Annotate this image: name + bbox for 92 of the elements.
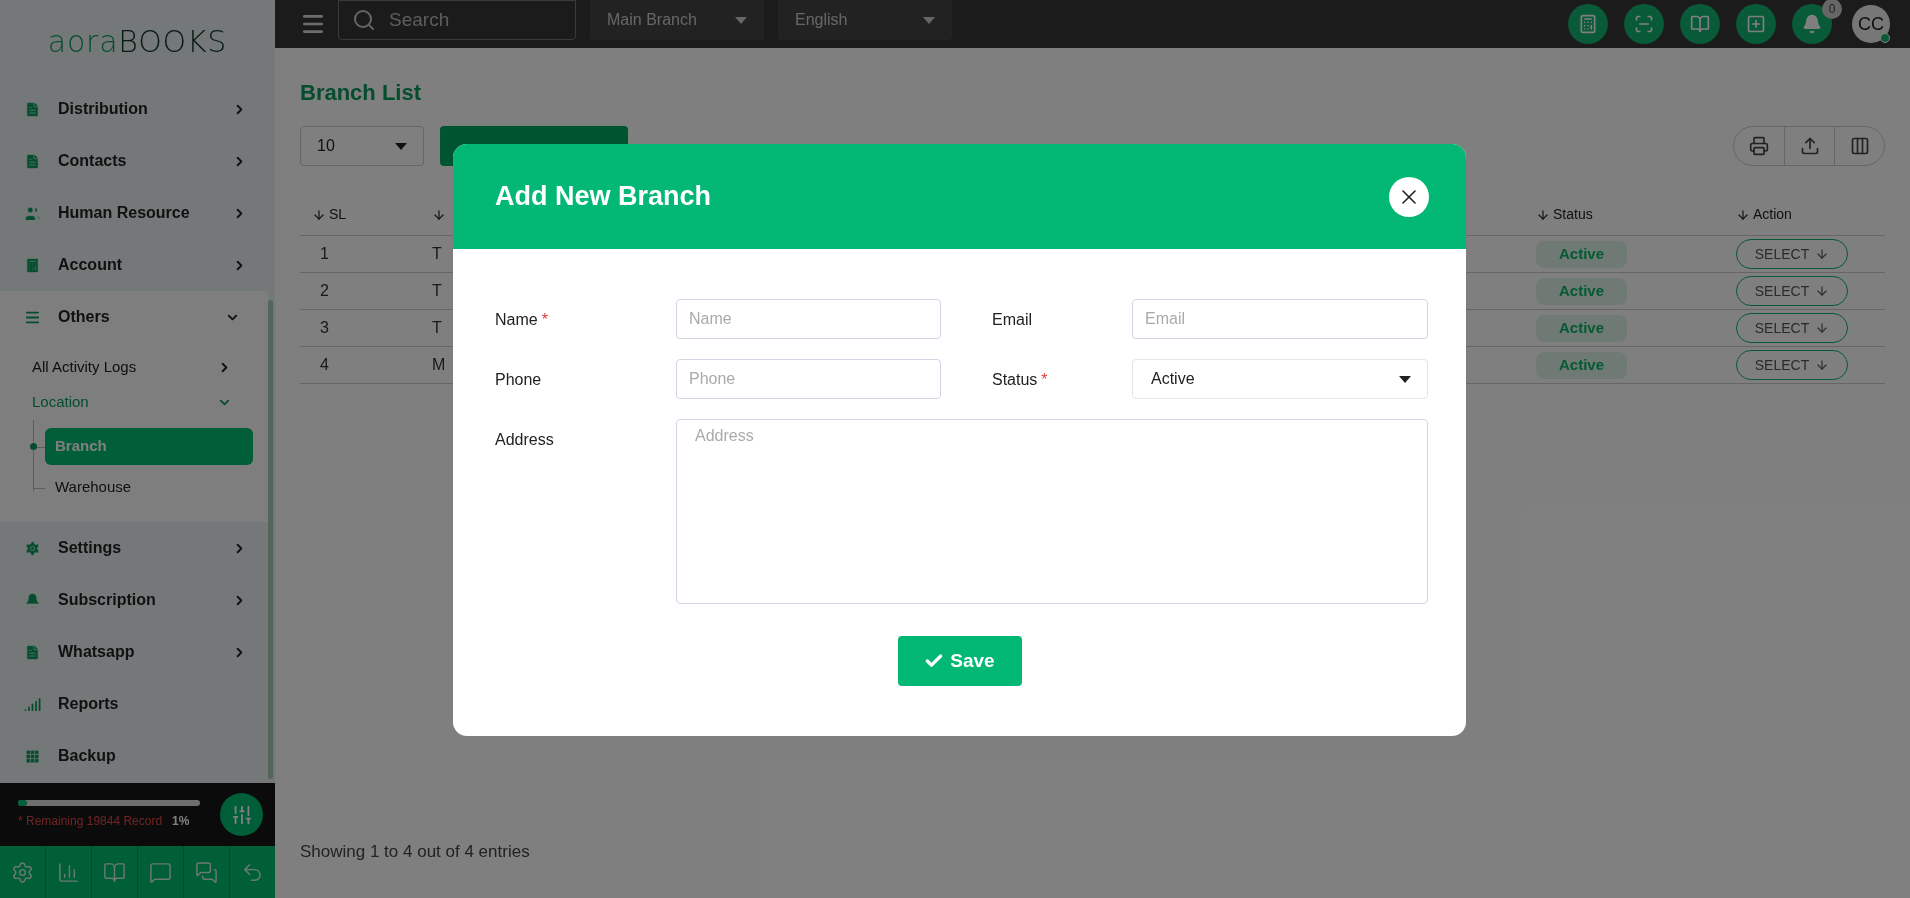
- toolbar-button[interactable]: [1624, 4, 1664, 44]
- status-badge: Active: [1536, 240, 1627, 268]
- address-field[interactable]: Address: [676, 419, 1428, 604]
- field-label: Email: [992, 310, 1032, 330]
- book-icon: [1690, 14, 1710, 34]
- sliders-button[interactable]: [220, 793, 263, 836]
- calculator-icon: [24, 256, 41, 274]
- document-icon: [24, 100, 41, 118]
- table-cell: T: [432, 319, 442, 336]
- page-title: Branch List: [300, 79, 423, 107]
- column-header[interactable]: Status: [1553, 204, 1593, 225]
- input-field[interactable]: Phone: [676, 359, 941, 399]
- bell-icon: [1802, 14, 1822, 34]
- entries-summary: Showing 1 to 4 out of 4 entries: [300, 840, 531, 863]
- scan-icon: [1634, 14, 1654, 34]
- table-cell-text: 2: [319, 281, 330, 301]
- sort-arrow-icon: [1736, 207, 1750, 222]
- table-cell-text: 1: [319, 244, 330, 264]
- sidebar-item[interactable]: Contacts: [0, 135, 275, 187]
- submenu-item[interactable]: Location: [0, 385, 268, 420]
- required-asterisk: *: [1041, 370, 1048, 390]
- caret-icon: [735, 16, 747, 24]
- field-label: Phone: [495, 370, 542, 390]
- columns-icon: [1849, 136, 1870, 156]
- toolbar-button[interactable]: [1680, 4, 1720, 44]
- settings-icon: [11, 860, 34, 884]
- users-icon: [24, 204, 41, 222]
- branch-select[interactable]: Main Branch: [590, 0, 764, 40]
- grid-icon: [24, 747, 41, 765]
- caret-icon: [395, 142, 407, 150]
- field-label: Address: [495, 430, 554, 450]
- sidebar-item[interactable]: Subscription: [0, 574, 275, 626]
- sliders-icon: [230, 803, 253, 826]
- document-icon: [24, 643, 41, 661]
- book-icon: [103, 860, 126, 884]
- remaining-records-text: * Remaining 19844 Record: [18, 812, 163, 830]
- notification-badge: 0: [1822, 0, 1842, 19]
- upload-icon: [1799, 136, 1820, 156]
- sidebar-item[interactable]: Account: [0, 239, 275, 291]
- logo: aora BOOKS: [47, 26, 228, 57]
- printer-icon: [1749, 136, 1769, 156]
- caret-icon: [1399, 375, 1411, 383]
- toolbar-button[interactable]: [1736, 4, 1776, 44]
- caret-icon: [923, 16, 935, 24]
- scrollbar[interactable]: [268, 300, 273, 779]
- submenu-item[interactable]: Warehouse: [45, 469, 253, 506]
- usage-percent: 1%: [172, 812, 190, 830]
- sidebar-item[interactable]: Distribution: [0, 83, 275, 135]
- calculator-icon: [1578, 14, 1598, 34]
- required-asterisk: *: [541, 310, 548, 330]
- submenu-item[interactable]: All Activity Logs: [0, 350, 268, 385]
- field-label: Status: [992, 370, 1038, 390]
- sidebar-item[interactable]: Settings: [0, 522, 275, 574]
- language-select[interactable]: English: [778, 0, 952, 40]
- bell-icon: [24, 591, 41, 609]
- chat-icon: [195, 860, 218, 884]
- status-badge: Active: [1536, 314, 1627, 342]
- sidebar-item[interactable]: Whatsapp: [0, 626, 275, 678]
- column-header[interactable]: Action: [1753, 204, 1792, 225]
- plus-icon: [1746, 14, 1766, 34]
- search-field[interactable]: Search: [338, 0, 576, 40]
- input-field[interactable]: Email: [1132, 299, 1428, 339]
- sort-arrow-icon: [312, 207, 326, 222]
- close-button[interactable]: [1389, 176, 1429, 217]
- table-cell: T: [432, 245, 442, 262]
- status-select[interactable]: Active: [1132, 359, 1428, 399]
- dialog-title: Add New Branch: [495, 180, 712, 214]
- input-field[interactable]: Name: [676, 299, 941, 339]
- search-icon: [352, 8, 376, 32]
- toolbar-button[interactable]: [1568, 4, 1608, 44]
- sort-arrow-icon: [1536, 207, 1550, 222]
- status-badge: Active: [1536, 351, 1627, 379]
- settings-icon: [24, 539, 41, 557]
- sidebar-item[interactable]: Reports: [0, 678, 275, 730]
- status-badge: Active: [1536, 277, 1627, 305]
- page-size-select[interactable]: 10: [300, 126, 424, 166]
- table-cell: T: [432, 282, 442, 299]
- save-button[interactable]: Save: [897, 636, 1022, 686]
- table-cell: M: [432, 356, 446, 373]
- signal-bars-icon: [24, 695, 41, 713]
- sidebar-item[interactable]: Human Resource: [0, 187, 275, 239]
- document-icon: [24, 152, 41, 170]
- sidebar-item[interactable]: Backup: [0, 730, 275, 782]
- sort-arrow-icon: [432, 207, 446, 222]
- column-header[interactable]: SL: [329, 204, 347, 225]
- help-icon: [149, 860, 172, 884]
- sidebar-item[interactable]: Others: [0, 291, 268, 343]
- table-cell-text: 4: [319, 355, 330, 375]
- bar-chart-icon: [57, 860, 80, 884]
- table-cell-text: 3: [319, 318, 330, 338]
- field-label: Name: [495, 310, 538, 330]
- user-avatar[interactable]: CC: [1852, 5, 1890, 43]
